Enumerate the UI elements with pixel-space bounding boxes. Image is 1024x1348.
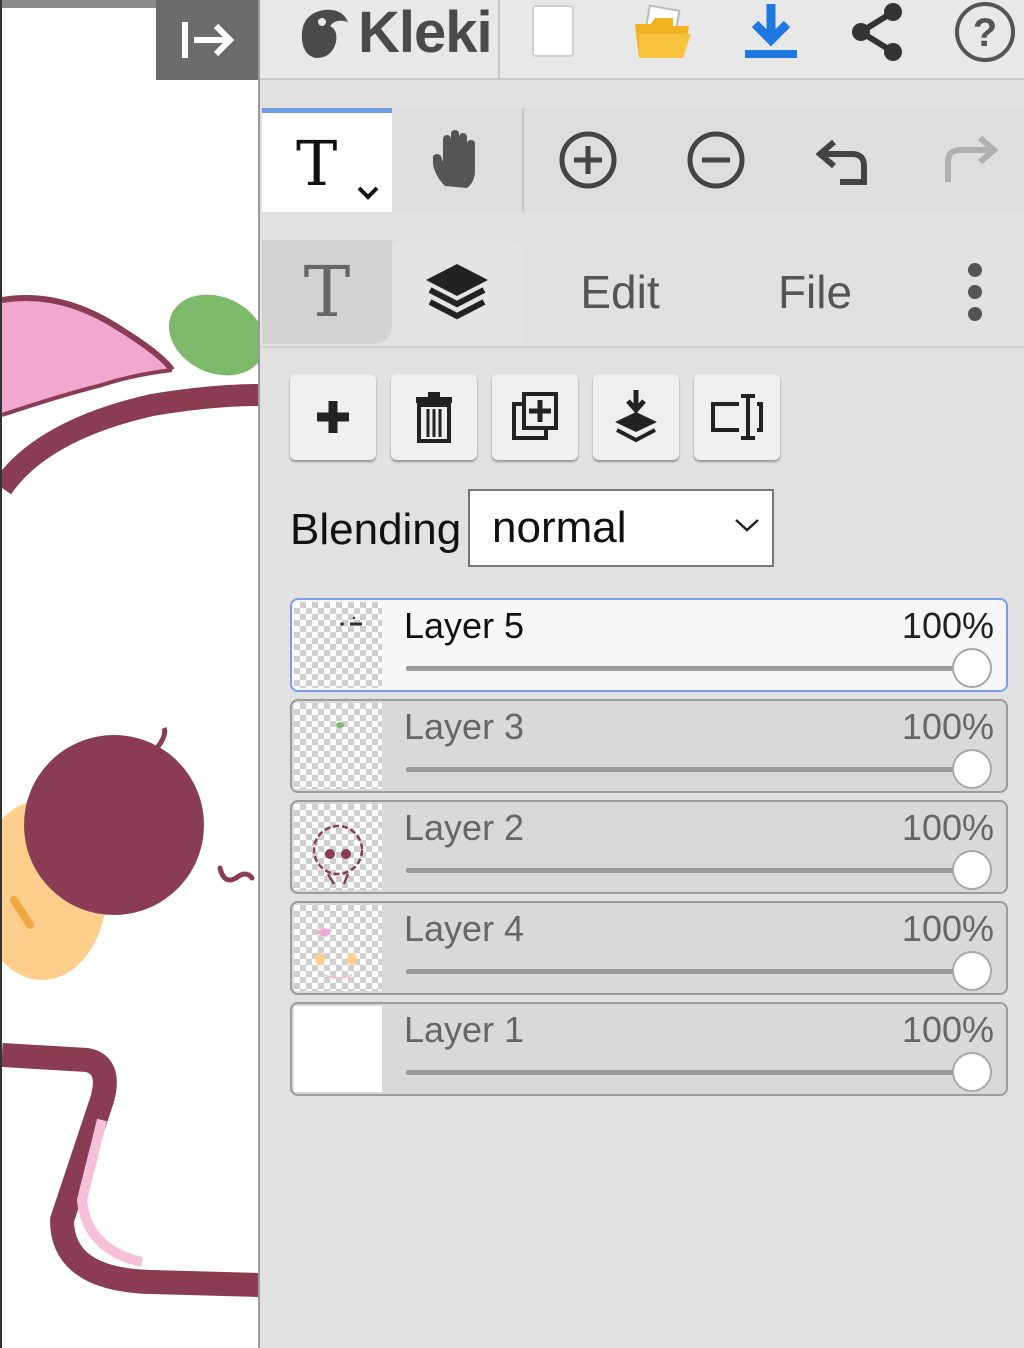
layer-thumbnail — [294, 703, 382, 789]
opacity-slider-track[interactable] — [406, 767, 976, 772]
trash-icon — [416, 392, 452, 443]
top-bar: Kleki ? — [260, 0, 1024, 80]
tab-row: T Edit File — [260, 240, 1024, 348]
more-menu-button[interactable] — [940, 240, 1010, 344]
layer-opacity: 100% — [901, 807, 994, 848]
duplicate-layer-button[interactable] — [492, 374, 578, 460]
layer-name: Layer 4 — [404, 908, 525, 949]
download-button[interactable] — [740, 0, 802, 64]
layer-name: Layer 5 — [404, 605, 525, 646]
tool-row: T — [260, 108, 1024, 214]
undo-button[interactable] — [782, 108, 910, 212]
redo-button[interactable] — [910, 108, 1024, 212]
zoom-in-icon — [559, 131, 617, 189]
opacity-slider-track[interactable] — [406, 868, 976, 873]
collapse-arrow-icon — [182, 22, 235, 58]
layer-opacity: 100% — [901, 605, 994, 646]
layer-opacity: 100% — [901, 908, 994, 949]
collapse-panel-button[interactable] — [156, 0, 258, 80]
text-tool-button[interactable]: T — [262, 108, 392, 212]
layer-thumbnail — [294, 602, 382, 688]
add-layer-button[interactable] — [290, 374, 376, 460]
help-icon: ? — [955, 2, 1015, 62]
chevron-down-icon — [735, 519, 759, 532]
svg-text:?: ? — [973, 11, 997, 55]
layers-icon — [426, 264, 488, 320]
share-button[interactable] — [846, 0, 908, 64]
opacity-slider-handle[interactable] — [952, 951, 992, 991]
delete-layer-button[interactable] — [391, 374, 477, 460]
layer-opacity: 100% — [901, 1009, 994, 1050]
help-button[interactable]: ? — [950, 0, 1020, 64]
layer-opacity: 100% — [901, 706, 994, 747]
opacity-slider-handle[interactable] — [952, 749, 992, 789]
undo-icon — [816, 139, 867, 185]
opacity-slider-track[interactable] — [406, 969, 976, 974]
merge-down-icon — [615, 390, 657, 443]
open-folder-icon — [635, 4, 691, 58]
merge-down-button[interactable] — [593, 374, 679, 460]
layer-thumbnail — [294, 1006, 382, 1092]
topbar-divider — [498, 0, 500, 80]
drawing-canvas[interactable] — [0, 0, 258, 1348]
tab-edit[interactable]: Edit — [550, 240, 690, 344]
opacity-slider-handle[interactable] — [952, 850, 992, 890]
layer-name: Layer 3 — [404, 706, 525, 747]
layer-name: Layer 1 — [404, 1009, 525, 1050]
layer-thumbnail — [294, 905, 382, 991]
redo-icon — [945, 135, 998, 182]
tab-file[interactable]: File — [750, 240, 880, 344]
layer-item[interactable]: Layer 5 100% — [290, 598, 1008, 692]
side-panel: Kleki ? T T Edit File Blending normal La… — [258, 0, 1024, 1348]
opacity-slider-track[interactable] — [406, 666, 976, 671]
rename-layer-button[interactable] — [694, 374, 780, 460]
blending-select[interactable]: normal — [468, 489, 774, 567]
layer-item[interactable]: Layer 4 100% — [290, 901, 1008, 995]
layer-item[interactable]: Layer 1 100% — [290, 1002, 1008, 1096]
zoom-out-button[interactable] — [652, 108, 780, 212]
layer-name: Layer 2 — [404, 807, 525, 848]
text-tool-glyph: T — [296, 127, 338, 200]
app-title: Kleki — [358, 0, 493, 65]
rename-icon — [711, 394, 763, 440]
kleki-logo[interactable]: Kleki — [292, 0, 493, 65]
plus-icon — [317, 401, 349, 433]
chevron-down-icon[interactable] — [356, 185, 380, 201]
blending-value: normal — [492, 503, 627, 552]
download-icon — [745, 4, 797, 58]
tab-text-glyph: T — [303, 251, 351, 333]
tab-text[interactable]: T — [262, 240, 392, 344]
hand-icon — [433, 130, 475, 188]
open-file-button[interactable] — [628, 0, 698, 64]
blending-label: Blending — [290, 505, 462, 554]
tab-layers[interactable] — [392, 240, 522, 344]
kleki-logo-icon — [301, 9, 348, 58]
hand-tool-button[interactable] — [392, 108, 522, 212]
new-file-button[interactable] — [522, 0, 584, 64]
layer-thumbnail — [294, 804, 382, 890]
zoom-in-button[interactable] — [524, 108, 652, 212]
layer-item[interactable]: Layer 3 100% — [290, 699, 1008, 793]
duplicate-icon — [512, 392, 558, 440]
new-file-icon — [532, 5, 574, 57]
share-icon — [852, 3, 902, 61]
layer-item[interactable]: Layer 2 100% — [290, 800, 1008, 894]
canvas-artwork — [2, 294, 258, 1297]
opacity-slider-handle[interactable] — [952, 1052, 992, 1092]
more-vertical-icon — [968, 263, 982, 321]
canvas-top-edge — [2, 0, 162, 8]
opacity-slider-track[interactable] — [406, 1070, 976, 1075]
zoom-out-icon — [687, 131, 745, 189]
opacity-slider-handle[interactable] — [952, 648, 992, 688]
